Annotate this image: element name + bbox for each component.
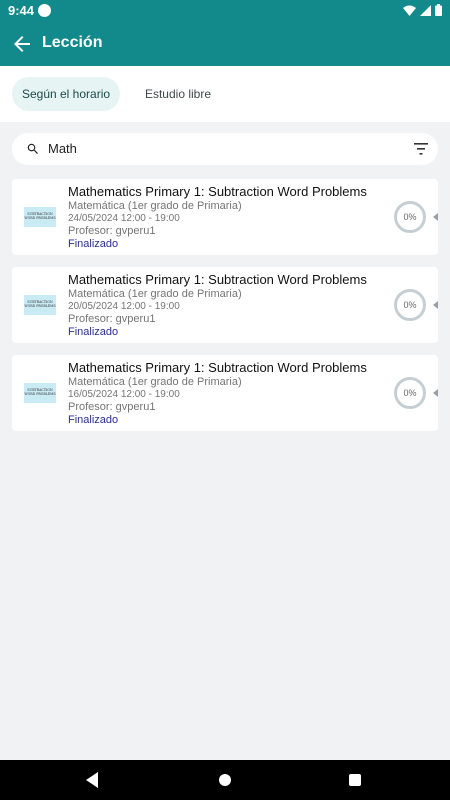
lesson-thumbnail: SUBTRACTION WORD PROBLEMS [24, 207, 56, 227]
tab-schedule[interactable]: Según el horario [12, 77, 120, 111]
lesson-thumbnail: SUBTRACTION WORD PROBLEMS [24, 383, 56, 403]
app-notification-icon [38, 4, 51, 17]
lesson-card[interactable]: SUBTRACTION WORD PROBLEMS Mathematics Pr… [12, 179, 438, 255]
lesson-status: Finalizado [68, 238, 119, 250]
nav-back-icon[interactable] [86, 772, 98, 788]
battery-icon [435, 4, 442, 16]
lesson-card[interactable]: SUBTRACTION WORD PROBLEMS Mathematics Pr… [12, 355, 438, 431]
thumbnail-text: SUBTRACTION WORD PROBLEMS [24, 388, 56, 396]
nav-home-icon[interactable] [219, 774, 231, 786]
lesson-list: SUBTRACTION WORD PROBLEMS Mathematics Pr… [12, 179, 438, 443]
lesson-thumbnail: SUBTRACTION WORD PROBLEMS [24, 295, 56, 315]
lesson-title: Mathematics Primary 1: Subtraction Word … [68, 360, 367, 375]
system-nav-bar [0, 760, 450, 800]
search-bar[interactable]: Math [12, 133, 438, 165]
expand-arrow-icon[interactable] [433, 389, 438, 397]
thumbnail-text: SUBTRACTION WORD PROBLEMS [24, 300, 56, 308]
search-icon [27, 143, 38, 154]
page-title: Lección [42, 34, 103, 51]
back-arrow-icon[interactable] [10, 32, 34, 56]
progress-ring: 0% [394, 289, 426, 321]
nav-recents-icon[interactable] [349, 774, 361, 786]
lesson-teacher: Profesor: gvperu1 [68, 401, 156, 413]
wifi-icon [403, 5, 416, 16]
expand-arrow-icon[interactable] [433, 213, 438, 221]
status-icons [403, 4, 442, 16]
lesson-teacher: Profesor: gvperu1 [68, 313, 156, 325]
lesson-title: Mathematics Primary 1: Subtraction Word … [68, 184, 367, 199]
signal-icon [420, 4, 431, 16]
lesson-date: 16/05/2024 12:00 - 19:00 [68, 389, 180, 400]
lesson-card[interactable]: SUBTRACTION WORD PROBLEMS Mathematics Pr… [12, 267, 438, 343]
status-time: 9:44 [8, 3, 35, 18]
lesson-status: Finalizado [68, 326, 119, 338]
lesson-date: 20/05/2024 12:00 - 19:00 [68, 301, 180, 312]
progress-ring: 0% [394, 201, 426, 233]
lesson-subject: Matemática (1er grado de Primaria) [68, 376, 242, 388]
lesson-status: Finalizado [68, 414, 119, 426]
lesson-title: Mathematics Primary 1: Subtraction Word … [68, 272, 367, 287]
app-bar: Lección [0, 22, 450, 66]
tab-free-study[interactable]: Estudio libre [128, 77, 228, 111]
progress-ring: 0% [394, 377, 426, 409]
expand-arrow-icon[interactable] [433, 301, 438, 309]
search-input[interactable]: Math [48, 141, 77, 156]
lesson-subject: Matemática (1er grado de Primaria) [68, 200, 242, 212]
thumbnail-text: SUBTRACTION WORD PROBLEMS [24, 212, 56, 220]
tab-bar: Según el horario Estudio libre [0, 66, 450, 122]
status-bar: 9:44 [0, 0, 450, 22]
lesson-date: 24/05/2024 12:00 - 19:00 [68, 213, 180, 224]
filter-icon[interactable] [414, 143, 428, 155]
lesson-subject: Matemática (1er grado de Primaria) [68, 288, 242, 300]
lesson-teacher: Profesor: gvperu1 [68, 225, 156, 237]
